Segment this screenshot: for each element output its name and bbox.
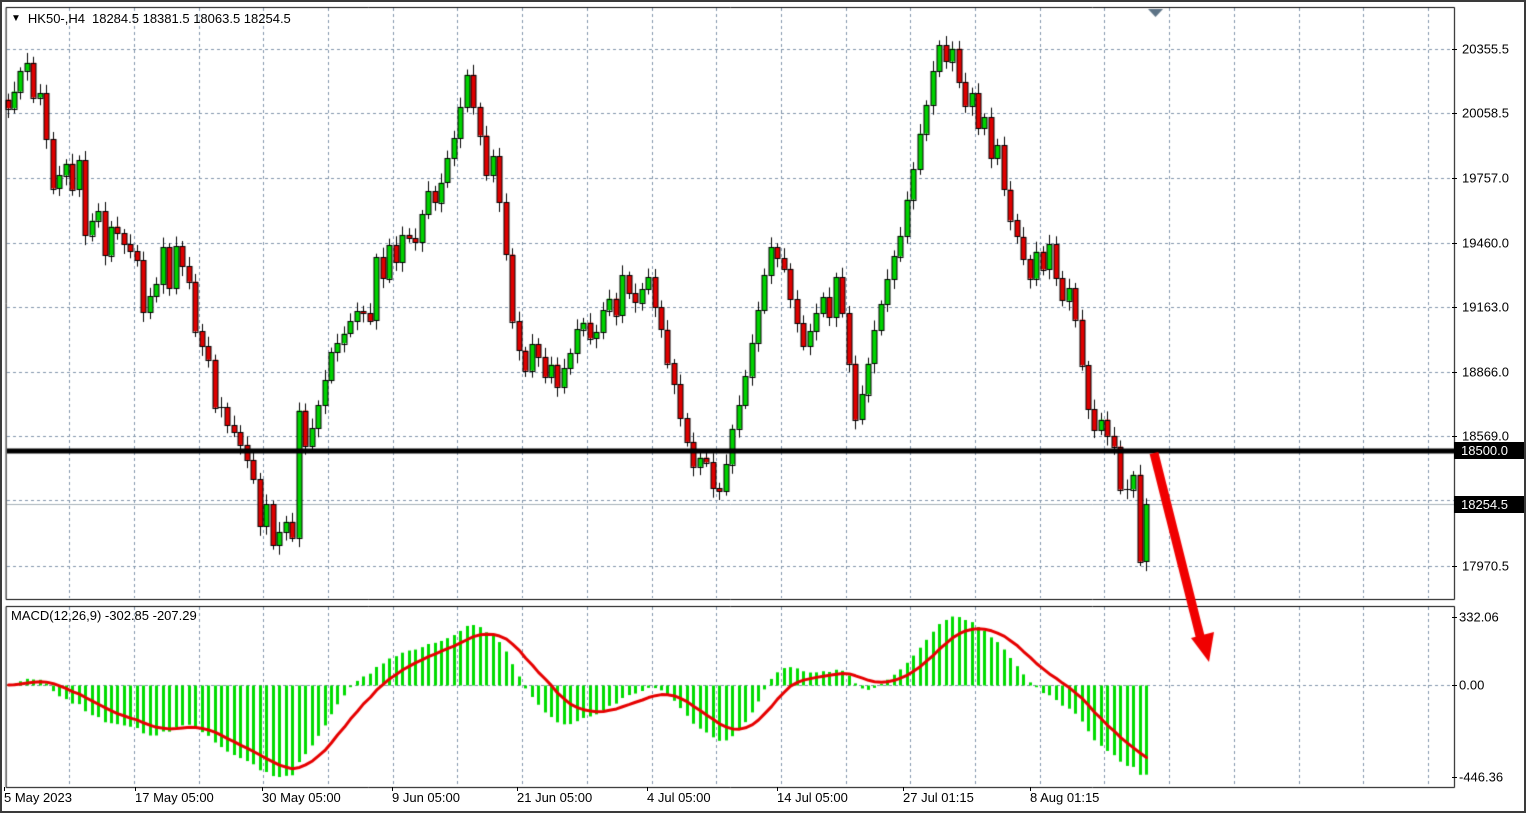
macd-tick-mark <box>1452 685 1457 686</box>
symbol-marker-icon: ▼ <box>11 14 21 24</box>
time-tick-mark <box>903 787 904 791</box>
time-tick-mark <box>1030 787 1031 791</box>
time-tick-mark <box>647 787 648 791</box>
price-tick-label: 19757.0 <box>1462 171 1509 186</box>
macd-tick-label: 332.06 <box>1459 609 1499 624</box>
price-tick-mark <box>1452 49 1457 50</box>
price-tick-label: 20355.5 <box>1462 41 1509 56</box>
time-tick-mark <box>777 787 778 791</box>
level-price-badge: 18500.0 <box>1454 442 1525 459</box>
time-tick-label: 21 Jun 05:00 <box>517 790 592 805</box>
time-tick-label: 14 Jul 05:00 <box>777 790 848 805</box>
price-tick-label: 18569.0 <box>1462 429 1509 444</box>
price-tick-mark <box>1452 372 1457 373</box>
time-tick-mark <box>135 787 136 791</box>
time-tick-label: 8 Aug 01:15 <box>1030 790 1099 805</box>
chart-title-ohlc: 18284.5 18381.5 18063.5 18254.5 <box>92 11 291 26</box>
chart-title: ▼ HK50-,H4 18284.5 18381.5 18063.5 18254… <box>11 11 291 26</box>
time-tick-label: 30 May 05:00 <box>262 790 341 805</box>
price-tick-mark <box>1452 178 1457 179</box>
price-tick-label: 19163.0 <box>1462 300 1509 315</box>
macd-tick-label: 0.00 <box>1459 678 1484 693</box>
time-tick-mark <box>262 787 263 791</box>
price-tick-mark <box>1452 113 1457 114</box>
time-tick-label: 27 Jul 01:15 <box>903 790 974 805</box>
macd-tick-mark <box>1452 777 1457 778</box>
macd-tick-mark <box>1452 617 1457 618</box>
chart-window: ▼ HK50-,H4 18284.5 18381.5 18063.5 18254… <box>0 0 1526 813</box>
time-tick-mark <box>392 787 393 791</box>
price-tick-label: 18866.0 <box>1462 364 1509 379</box>
price-tick-label: 20058.5 <box>1462 105 1509 120</box>
time-tick-label: 4 Jul 05:00 <box>647 790 711 805</box>
macd-indicator-label: MACD(12,26,9) -302.85 -207.29 <box>11 608 197 623</box>
price-tick-mark <box>1452 566 1457 567</box>
bid-price-badge: 18254.5 <box>1454 496 1525 513</box>
time-tick-mark <box>4 787 5 791</box>
chart-title-symbol: HK50-,H4 <box>28 11 85 26</box>
price-tick-label: 19460.0 <box>1462 235 1509 250</box>
time-tick-mark <box>517 787 518 791</box>
time-tick-label: 17 May 05:00 <box>135 790 214 805</box>
macd-tick-label: -446.36 <box>1459 770 1503 785</box>
time-tick-label: 9 Jun 05:00 <box>392 790 460 805</box>
time-tick-label: 5 May 2023 <box>4 790 72 805</box>
price-tick-mark <box>1452 436 1457 437</box>
price-tick-label: 17970.5 <box>1462 558 1509 573</box>
candlestick-chart-canvas[interactable] <box>2 2 1524 811</box>
price-tick-mark <box>1452 307 1457 308</box>
price-tick-mark <box>1452 243 1457 244</box>
